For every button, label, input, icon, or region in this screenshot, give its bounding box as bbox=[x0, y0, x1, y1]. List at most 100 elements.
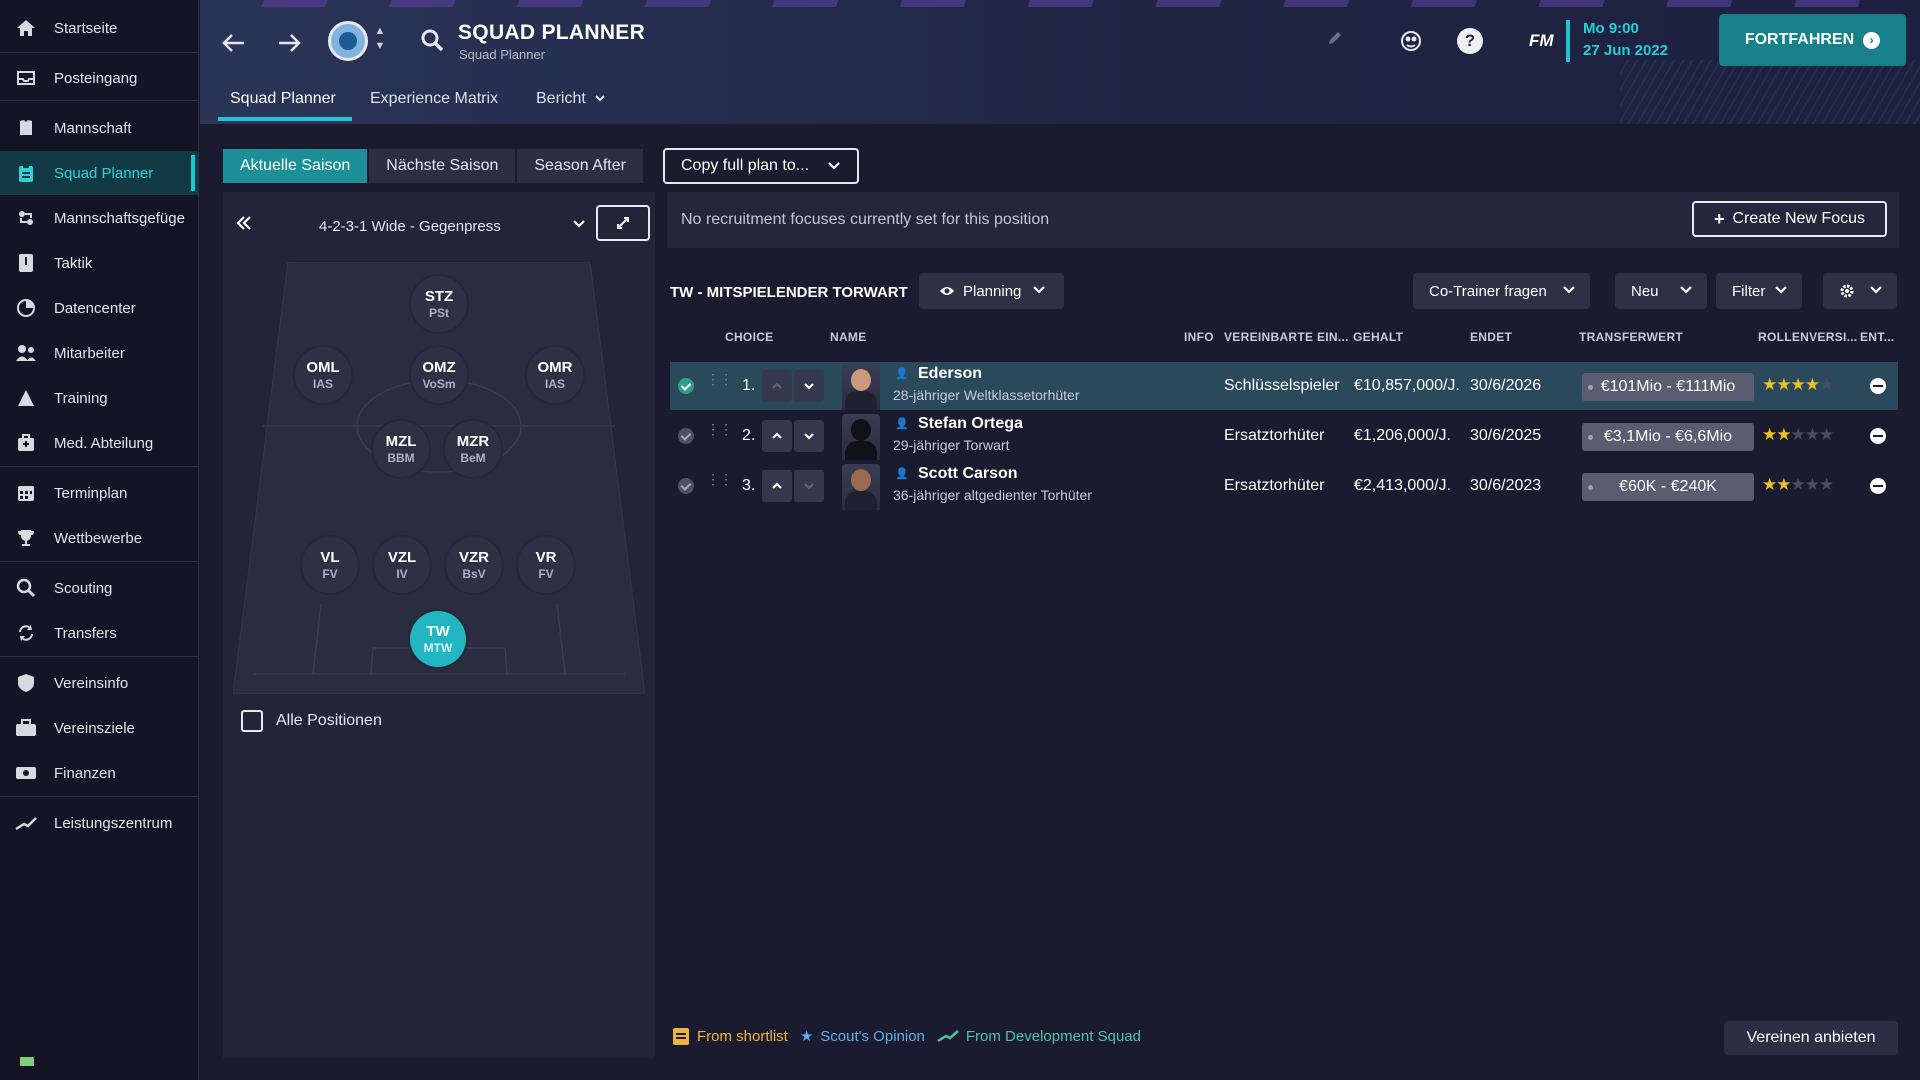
formation-select[interactable]: 4-2-3-1 Wide - Gegenpress bbox=[319, 218, 501, 235]
column-value[interactable]: TRANSFERWERT bbox=[1579, 330, 1683, 344]
sidebar-item-mannschaftsgefuege[interactable]: Mannschaftsgefüge bbox=[0, 196, 199, 240]
position-omr[interactable]: OMR IAS bbox=[527, 347, 583, 403]
fm-logo[interactable]: FM bbox=[1529, 31, 1554, 51]
sidebar-item-finanzen[interactable]: Finanzen bbox=[0, 751, 199, 795]
edit-pencil-icon[interactable] bbox=[1327, 30, 1343, 51]
position-vzl[interactable]: VZL IV bbox=[374, 537, 430, 593]
sidebar-item-mannschaft[interactable]: Mannschaft bbox=[0, 106, 199, 150]
drag-handle-icon[interactable]: ⋮⋮ bbox=[706, 372, 733, 386]
tab-squad-planner[interactable]: Squad Planner bbox=[230, 90, 336, 108]
remove-player-button[interactable] bbox=[1870, 478, 1886, 494]
drag-handle-icon[interactable]: ⋮⋮ bbox=[706, 422, 733, 436]
column-ent[interactable]: ENT... bbox=[1860, 330, 1894, 344]
help-button[interactable]: ? bbox=[1455, 26, 1485, 56]
all-positions-checkbox[interactable] bbox=[241, 710, 263, 732]
position-mzl[interactable]: MZL BBM bbox=[373, 421, 429, 477]
column-info[interactable]: INFO bbox=[1184, 330, 1214, 344]
player-photo[interactable] bbox=[842, 364, 880, 410]
column-name[interactable]: NAME bbox=[830, 330, 867, 344]
tab-aktuelle-saison[interactable]: Aktuelle Saison bbox=[223, 149, 368, 183]
sidebar-item-scouting[interactable]: Scouting bbox=[0, 566, 199, 610]
position-vl[interactable]: VL FV bbox=[302, 537, 358, 593]
player-name[interactable]: Scott Carson bbox=[918, 465, 1018, 483]
move-down-button[interactable] bbox=[794, 470, 824, 502]
position-stz[interactable]: STZ PSt bbox=[411, 276, 467, 332]
sidebar-item-wettbewerbe[interactable]: Wettbewerbe bbox=[0, 516, 199, 560]
tab-naechste-saison[interactable]: Nächste Saison bbox=[369, 149, 516, 183]
continue-button[interactable]: FORTFAHREN › bbox=[1719, 14, 1906, 66]
forward-button[interactable] bbox=[274, 28, 304, 58]
club-switch-arrows-icon[interactable]: ▲ ▼ bbox=[373, 24, 387, 60]
sidebar-item-taktik[interactable]: Taktik bbox=[0, 241, 199, 285]
remove-player-button[interactable] bbox=[1870, 428, 1886, 444]
position-vr[interactable]: VR FV bbox=[518, 537, 574, 593]
position-tw[interactable]: TW MTW bbox=[410, 611, 466, 667]
planning-dropdown[interactable]: Planning bbox=[919, 273, 1064, 309]
club-crest-icon[interactable] bbox=[328, 21, 368, 61]
position-code: TW bbox=[426, 622, 450, 640]
sidebar-item-vereinsziele[interactable]: Vereinsziele bbox=[0, 706, 199, 750]
swap-view-button[interactable] bbox=[596, 205, 650, 241]
formation-dropdown-button[interactable] bbox=[571, 216, 587, 237]
player-photo[interactable] bbox=[842, 464, 880, 510]
column-role[interactable]: ROLLENVERSI... bbox=[1758, 330, 1858, 344]
move-up-button[interactable] bbox=[762, 470, 792, 502]
move-down-button[interactable] bbox=[794, 370, 824, 402]
collapse-panel-button[interactable] bbox=[235, 214, 253, 238]
tab-experience-matrix[interactable]: Experience Matrix bbox=[370, 90, 498, 108]
sidebar-item-label: Mannschaft bbox=[54, 119, 132, 137]
position-omz[interactable]: OMZ VoSm bbox=[411, 347, 467, 403]
player-name[interactable]: Ederson bbox=[918, 365, 982, 383]
offer-to-clubs-button[interactable]: Vereinen anbieten bbox=[1724, 1021, 1898, 1055]
settings-dropdown[interactable] bbox=[1823, 273, 1897, 309]
position-mzr[interactable]: MZR BeM bbox=[445, 421, 501, 477]
column-wage[interactable]: GEHALT bbox=[1353, 330, 1403, 344]
move-up-button[interactable] bbox=[762, 370, 792, 402]
sidebar-item-startseite[interactable]: Startseite bbox=[0, 6, 199, 50]
player-photo-silhouette[interactable] bbox=[842, 414, 880, 460]
filter-dropdown[interactable]: Filter bbox=[1716, 273, 1802, 309]
remove-player-button[interactable] bbox=[1870, 378, 1886, 394]
sidebar-item-med-abteilung[interactable]: Med. Abteilung bbox=[0, 421, 199, 465]
move-down-button[interactable] bbox=[794, 420, 824, 452]
tab-bericht[interactable]: Bericht bbox=[536, 90, 606, 108]
select-checkbox[interactable] bbox=[678, 478, 694, 494]
sidebar-item-transfers[interactable]: Transfers bbox=[0, 611, 199, 655]
copy-plan-dropdown[interactable]: Copy full plan to... bbox=[663, 148, 859, 184]
sidebar-item-vereinsinfo[interactable]: Vereinsinfo bbox=[0, 661, 199, 705]
column-contract[interactable]: VEREINBARTE EIN... bbox=[1224, 330, 1349, 344]
sidebar-item-leistungszentrum[interactable]: Leistungszentrum bbox=[0, 801, 199, 845]
social-feed-button[interactable] bbox=[1396, 26, 1426, 56]
table-row[interactable]: ⋮⋮ 1. 👤 Ederson 28-jähriger Weltklasseto… bbox=[670, 362, 1898, 410]
back-button[interactable] bbox=[219, 28, 249, 58]
position-oml[interactable]: OML IAS bbox=[295, 347, 351, 403]
sidebar-item-training[interactable]: Training bbox=[0, 376, 199, 420]
ask-coach-dropdown[interactable]: Co-Trainer fragen bbox=[1413, 273, 1590, 309]
sidebar-item-terminplan[interactable]: Terminplan bbox=[0, 471, 199, 515]
table-row[interactable]: ⋮⋮ 3. 👤 Scott Carson 36-jähriger altgedi… bbox=[670, 462, 1898, 510]
select-checkbox[interactable] bbox=[678, 378, 694, 394]
new-dropdown[interactable]: Neu bbox=[1615, 273, 1707, 309]
position-vzr[interactable]: VZR BsV bbox=[446, 537, 502, 593]
formation-panel: 4-2-3-1 Wide - Gegenpress STZ PSt OML IA… bbox=[223, 192, 655, 1058]
position-code: VZL bbox=[387, 548, 417, 566]
table-row[interactable]: ⋮⋮ 2. 👤 Stefan Ortega 29-jähriger Torwar… bbox=[670, 412, 1898, 460]
column-choice[interactable]: CHOICE bbox=[725, 330, 773, 344]
player-name[interactable]: Stefan Ortega bbox=[918, 415, 1023, 433]
sidebar-divider bbox=[0, 561, 199, 562]
sidebar-item-mitarbeiter[interactable]: Mitarbeiter bbox=[0, 331, 199, 375]
search-button[interactable] bbox=[420, 28, 444, 57]
sidebar-item-posteingang[interactable]: Posteingang bbox=[0, 56, 199, 100]
drag-handle-icon[interactable]: ⋮⋮ bbox=[706, 472, 733, 486]
sidebar-item-datencenter[interactable]: Datencenter bbox=[0, 286, 199, 330]
sidebar-item-squad-planner[interactable]: Squad Planner bbox=[0, 151, 199, 195]
column-ends[interactable]: ENDET bbox=[1470, 330, 1512, 344]
tab-season-after[interactable]: Season After bbox=[517, 149, 643, 183]
game-time: Mo 9:00 bbox=[1583, 20, 1639, 37]
create-focus-button[interactable]: + Create New Focus bbox=[1692, 201, 1887, 237]
page-title: SQUAD PLANNER bbox=[458, 21, 646, 44]
double-chevron-left-icon bbox=[236, 216, 251, 230]
move-up-button[interactable] bbox=[762, 420, 792, 452]
player-description: 29-jähriger Torwart bbox=[893, 437, 1010, 453]
select-checkbox[interactable] bbox=[678, 428, 694, 444]
